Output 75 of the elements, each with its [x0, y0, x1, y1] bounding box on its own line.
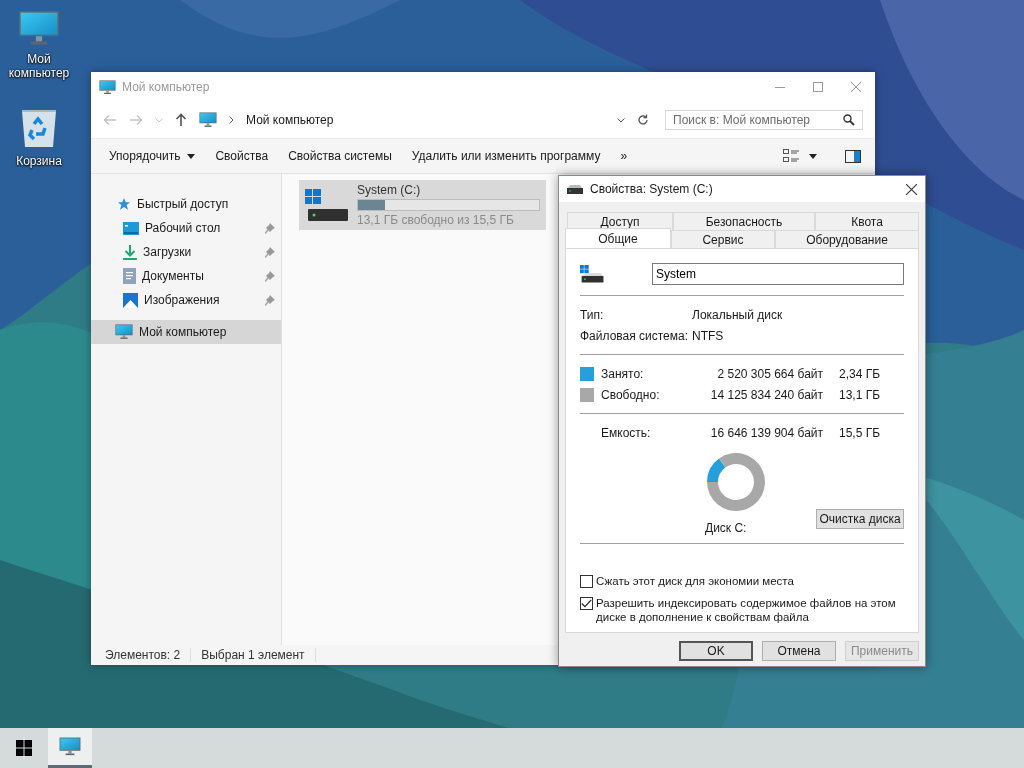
navigation-item[interactable]: Мой компьютер: [91, 320, 281, 344]
command-button[interactable]: Удалить или изменить программу: [401, 142, 611, 170]
up-arrow-icon[interactable]: [175, 113, 187, 127]
refresh-icon[interactable]: [637, 114, 649, 126]
checkbox[interactable]: [580, 597, 593, 610]
property-label: Тип:: [580, 307, 605, 322]
tab[interactable]: Сервис: [671, 230, 775, 248]
navigation-item[interactable]: Быстрый доступ: [91, 192, 281, 216]
command-button[interactable]: Свойства системы: [278, 142, 402, 170]
usage-label: Свободно:: [601, 387, 661, 402]
usage-bytes: 14 125 834 240 байт: [709, 387, 823, 402]
disk-label: Диск C:: [705, 521, 747, 535]
computer-icon: [18, 10, 60, 46]
maximize-icon[interactable]: [813, 82, 823, 92]
usage-label: Занято:: [601, 366, 645, 381]
navigation-item[interactable]: Изображения: [91, 288, 281, 312]
status-text: Элементов: 2: [105, 648, 192, 662]
usage-size: 2,34 ГБ: [839, 366, 881, 381]
property-value: Локальный диск: [692, 307, 783, 322]
window-title: Мой компьютер: [122, 80, 210, 94]
checkbox-label[interactable]: Сжать этот диск для экономии места: [596, 574, 794, 588]
desktop-icon-label[interactable]: Корзина: [16, 154, 62, 168]
tab[interactable]: Оборудование: [775, 230, 919, 248]
tab[interactable]: Безопасность: [673, 212, 815, 230]
close-icon[interactable]: [906, 183, 917, 195]
desktop-icon: [123, 221, 139, 235]
chevron-down-icon[interactable]: [617, 117, 625, 123]
caret-icon[interactable]: [809, 153, 817, 159]
computer-icon: [199, 112, 217, 128]
computer-icon: [115, 324, 133, 340]
command-button[interactable]: Упорядочить: [99, 142, 206, 170]
drive-icon: [305, 188, 349, 222]
checkbox[interactable]: [580, 575, 593, 588]
capacity-bytes: 16 646 139 904 байт: [709, 425, 823, 440]
dialog-button[interactable]: OK: [679, 641, 753, 661]
search-icon[interactable]: [843, 114, 855, 126]
status-text: Выбран 1 элемент: [201, 648, 316, 662]
computer-icon: [59, 737, 81, 756]
computer-icon: [99, 79, 116, 95]
desktop-icon-label[interactable]: Мой компьютер: [0, 51, 78, 80]
star-icon: [117, 197, 131, 211]
windows-logo-icon: [16, 740, 32, 756]
property-value: NTFS: [692, 328, 724, 343]
drive-icon: [580, 265, 604, 283]
property-label: Файловая система:: [580, 328, 688, 343]
usage-ring-drawing: [707, 453, 765, 511]
navigation-item[interactable]: Документы: [91, 264, 281, 288]
recycle-bin-icon: [20, 108, 58, 148]
tab[interactable]: Квота: [815, 212, 919, 230]
drive-icon: [566, 183, 584, 195]
checkbox-label[interactable]: Разрешить индексировать содержимое файлов на этом диске в дополнение к свойствам файла: [596, 596, 904, 624]
capacity-size: 15,5 ГБ: [839, 425, 881, 440]
document-icon: [123, 268, 136, 284]
more-commands-button[interactable]: »: [610, 142, 638, 170]
dialog-title: Свойства: System (C:): [590, 182, 713, 196]
chevron-right-icon: [229, 116, 234, 124]
drive-name: System (C:): [357, 183, 422, 197]
view-options-icon[interactable]: [783, 149, 799, 163]
command-button[interactable]: Свойства: [205, 142, 279, 170]
download-icon: [123, 244, 137, 260]
usage-bytes: 2 520 305 664 байт: [716, 366, 823, 381]
tab[interactable]: Общие: [565, 228, 671, 248]
search-field[interactable]: Поиск в: Мой компьютер: [665, 110, 863, 130]
drive-caption: 13,1 ГБ свободно из 15,5 ГБ: [357, 213, 515, 227]
navigation-item[interactable]: Рабочий стол: [91, 216, 281, 240]
image-icon: [123, 292, 138, 308]
address-breadcrumb[interactable]: Мой компьютер: [246, 113, 334, 127]
capacity-label: Емкость:: [601, 425, 652, 440]
dialog-button[interactable]: Отмена: [762, 641, 836, 661]
drive-tile[interactable]: System (C:) 13,1 ГБ свободно из 15,5 ГБ: [299, 180, 546, 230]
usage-size: 13,1 ГБ: [839, 387, 881, 402]
name-input[interactable]: System: [652, 263, 904, 285]
preview-pane-icon[interactable]: [845, 149, 861, 163]
navigation-item[interactable]: Загрузки: [91, 240, 281, 264]
disk-cleanup-button[interactable]: Очистка диска: [816, 509, 904, 529]
